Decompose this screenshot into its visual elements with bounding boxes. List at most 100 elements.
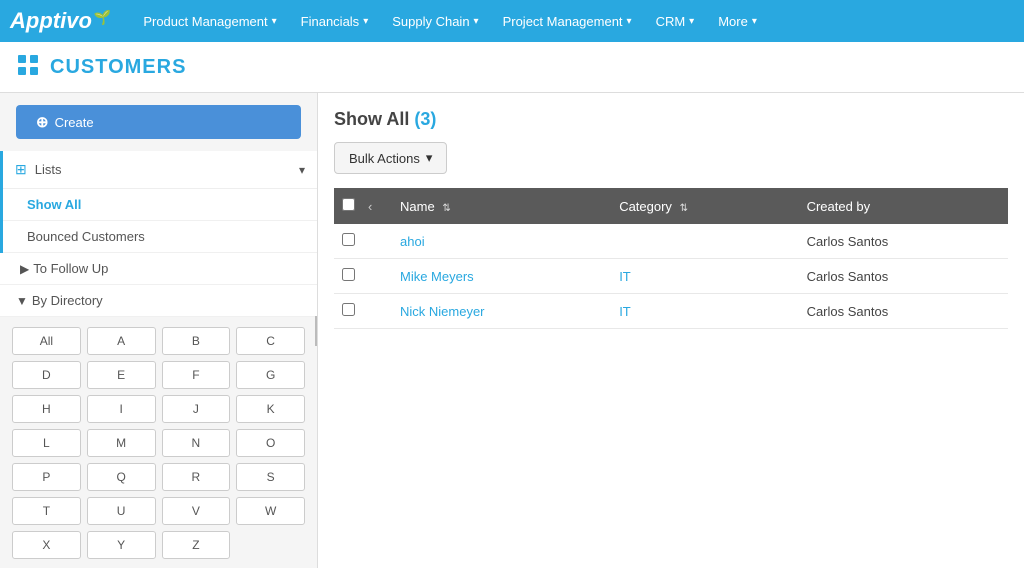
dir-btn-b[interactable]: B: [162, 327, 231, 355]
customer-created-by: Carlos Santos: [795, 294, 1008, 329]
nav-crm[interactable]: CRM ▾: [644, 0, 707, 42]
dir-btn-c[interactable]: C: [236, 327, 305, 355]
sidebar-list: Show All Bounced Customers: [3, 189, 317, 253]
dir-btn-t[interactable]: T: [12, 497, 81, 525]
row-nav-col: [364, 259, 388, 294]
dir-btn-j[interactable]: J: [162, 395, 231, 423]
chevron-down-icon: ▾: [474, 16, 479, 27]
dir-btn-h[interactable]: H: [12, 395, 81, 423]
plus-icon: ⊕: [36, 113, 49, 131]
chevron-down-icon: ▾: [752, 16, 757, 27]
row-checkbox[interactable]: [342, 233, 355, 246]
select-all-checkbox[interactable]: [342, 198, 355, 211]
prev-icon[interactable]: ‹: [368, 199, 372, 214]
dir-btn-k[interactable]: K: [236, 395, 305, 423]
collapse-icon: ▼: [16, 294, 28, 308]
row-checkbox-col[interactable]: [334, 224, 364, 259]
nav-financials[interactable]: Financials ▾: [289, 0, 381, 42]
sort-icon: ⇅: [680, 203, 688, 214]
customers-table: ‹ Name ⇅ Category ⇅ Created by: [334, 188, 1008, 329]
nav-product-management[interactable]: Product Management ▾: [131, 0, 288, 42]
logo[interactable]: Apptivo🌱: [10, 8, 111, 34]
logo-text: Apptivo: [10, 8, 92, 34]
customer-created-by: Carlos Santos: [795, 259, 1008, 294]
customer-category: [607, 224, 794, 259]
top-navigation: Apptivo🌱 Product Management ▾ Financials…: [0, 0, 1024, 42]
bulk-actions-button[interactable]: Bulk Actions ▾: [334, 142, 447, 174]
table-body: ahoi Carlos Santos Mike Meyers: [334, 224, 1008, 329]
dir-btn-r[interactable]: R: [162, 463, 231, 491]
customer-name[interactable]: Mike Meyers: [388, 259, 607, 294]
dir-btn-o[interactable]: O: [236, 429, 305, 457]
dir-btn-w[interactable]: W: [236, 497, 305, 525]
dir-btn-z[interactable]: Z: [162, 531, 231, 559]
dir-btn-q[interactable]: Q: [87, 463, 156, 491]
lists-header[interactable]: ⊞ Lists ▾: [3, 151, 317, 189]
customer-name[interactable]: ahoi: [388, 224, 607, 259]
dir-btn-a[interactable]: A: [87, 327, 156, 355]
sidebar-collapse-toggle[interactable]: ‹: [315, 316, 318, 346]
chevron-down-icon: ▾: [426, 150, 433, 166]
page-title: CUSTOMERS: [50, 56, 186, 79]
by-directory-header[interactable]: ▼ By Directory: [0, 285, 317, 317]
table-col-created-by: Created by: [795, 188, 1008, 224]
table-col-name[interactable]: Name ⇅: [388, 188, 607, 224]
grid-icon: ⊞: [15, 161, 27, 178]
dir-btn-l[interactable]: L: [12, 429, 81, 457]
main-layout: ⊕ Create ⊞ Lists ▾ Show All Bounced Cust…: [0, 93, 1024, 568]
dir-btn-m[interactable]: M: [87, 429, 156, 457]
nav-items: Product Management ▾ Financials ▾ Supply…: [131, 0, 769, 42]
table-header-row: ‹ Name ⇅ Category ⇅ Created by: [334, 188, 1008, 224]
dir-btn-y[interactable]: Y: [87, 531, 156, 559]
chevron-down-icon: ▾: [689, 16, 694, 27]
main-content: Show All (3) Bulk Actions ▾ ‹ Name ⇅: [318, 93, 1024, 568]
table-row: ahoi Carlos Santos: [334, 224, 1008, 259]
chevron-down-icon: ▾: [363, 16, 368, 27]
chevron-down-icon: ▾: [299, 163, 305, 177]
dir-btn-s[interactable]: S: [236, 463, 305, 491]
dir-btn-n[interactable]: N: [162, 429, 231, 457]
nav-more[interactable]: More ▾: [706, 0, 769, 42]
customer-category[interactable]: IT: [607, 259, 794, 294]
table-row: Mike Meyers IT Carlos Santos: [334, 259, 1008, 294]
table-row: Nick Niemeyer IT Carlos Santos: [334, 294, 1008, 329]
dir-btn-e[interactable]: E: [87, 361, 156, 389]
row-checkbox[interactable]: [342, 303, 355, 316]
page-header: CUSTOMERS: [0, 42, 1024, 93]
row-checkbox-col[interactable]: [334, 294, 364, 329]
sidebar-item-show-all[interactable]: Show All: [3, 189, 317, 221]
dir-btn-v[interactable]: V: [162, 497, 231, 525]
expand-icon: ▶: [20, 262, 29, 276]
customer-category[interactable]: IT: [607, 294, 794, 329]
customer-name[interactable]: Nick Niemeyer: [388, 294, 607, 329]
dir-btn-i[interactable]: I: [87, 395, 156, 423]
nav-project-management[interactable]: Project Management ▾: [491, 0, 644, 42]
record-count: (3): [414, 109, 436, 129]
chevron-down-icon: ▾: [627, 16, 632, 27]
dir-btn-d[interactable]: D: [12, 361, 81, 389]
directory-grid: All A B C D E F G H I J K L M N O P Q R …: [0, 317, 317, 568]
dir-btn-all[interactable]: All: [12, 327, 81, 355]
chevron-down-icon: ▾: [272, 16, 277, 27]
sidebar-item-bounced[interactable]: Bounced Customers: [3, 221, 317, 253]
select-all-checkbox-col[interactable]: [334, 188, 364, 224]
row-nav-col: [364, 294, 388, 329]
dir-btn-f[interactable]: F: [162, 361, 231, 389]
lists-section: ⊞ Lists ▾ Show All Bounced Customers: [0, 151, 317, 253]
customers-icon: [16, 52, 40, 82]
row-checkbox-col[interactable]: [334, 259, 364, 294]
customer-created-by: Carlos Santos: [795, 224, 1008, 259]
dir-btn-g[interactable]: G: [236, 361, 305, 389]
show-all-title: Show All (3): [334, 109, 1008, 130]
nav-supply-chain[interactable]: Supply Chain ▾: [380, 0, 490, 42]
create-button[interactable]: ⊕ Create: [16, 105, 301, 139]
sidebar-item-follow-up[interactable]: ▶ To Follow Up: [0, 253, 317, 285]
table-col-category[interactable]: Category ⇅: [607, 188, 794, 224]
dir-btn-u[interactable]: U: [87, 497, 156, 525]
table-nav-col: ‹: [364, 188, 388, 224]
dir-btn-x[interactable]: X: [12, 531, 81, 559]
sort-icon: ⇅: [442, 203, 450, 214]
dir-btn-p[interactable]: P: [12, 463, 81, 491]
row-checkbox[interactable]: [342, 268, 355, 281]
row-nav-col: [364, 224, 388, 259]
